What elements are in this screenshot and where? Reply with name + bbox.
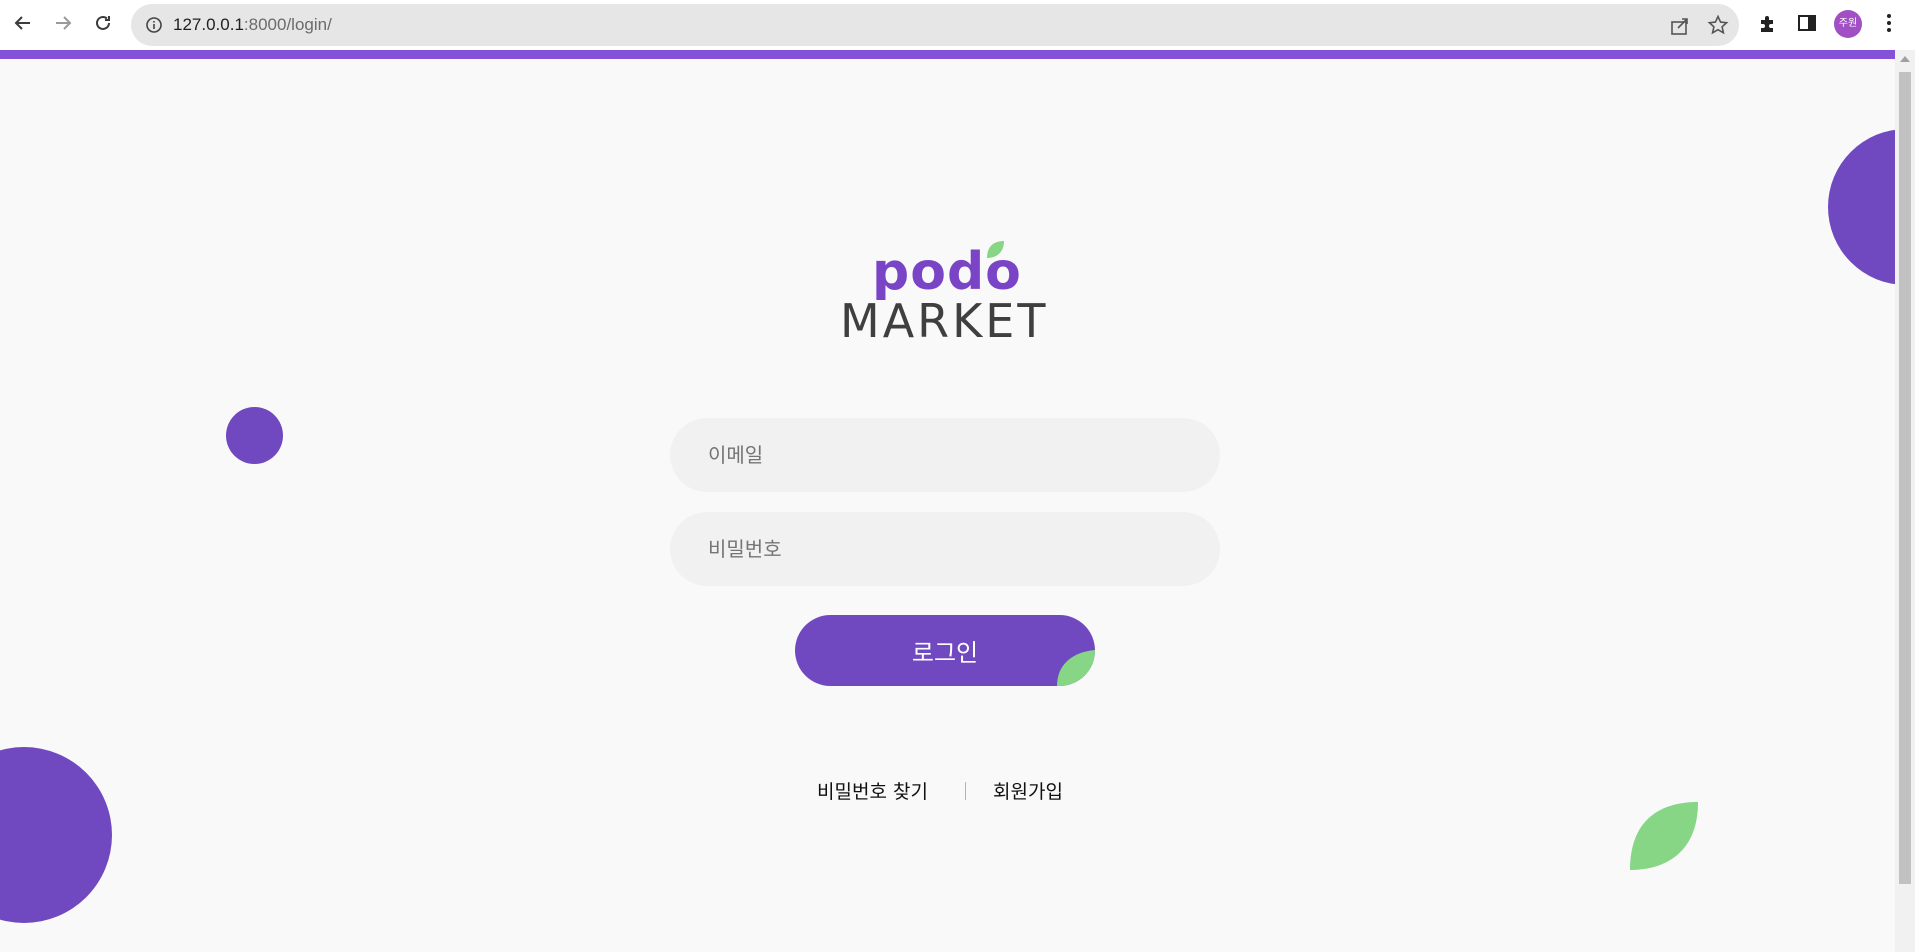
url-host: 127.0.0.1: [173, 15, 244, 34]
back-icon[interactable]: [8, 8, 38, 38]
password-field[interactable]: [670, 512, 1220, 586]
logo-leaf-icon: [987, 241, 1004, 258]
login-button-label: 로그인: [911, 639, 979, 667]
podo-market-logo[interactable]: podo MARKET: [836, 241, 1049, 352]
extensions-icon[interactable]: [1757, 12, 1779, 34]
leaf-icon: [1630, 802, 1698, 870]
top-accent-bar: [0, 50, 1895, 59]
login-button[interactable]: 로그인: [795, 615, 1095, 686]
decorative-circle-small: [226, 407, 283, 464]
browser-toolbar: 127.0.0.1:8000/login/ 주원: [0, 0, 1915, 50]
link-divider: [965, 782, 966, 800]
forward-icon[interactable]: [48, 8, 78, 38]
login-page: [0, 59, 1895, 952]
profile-avatar[interactable]: 주원: [1834, 10, 1862, 38]
url-text[interactable]: 127.0.0.1:8000/login/: [173, 4, 332, 46]
scroll-up-arrow-icon[interactable]: [1900, 56, 1910, 62]
scrollbar-thumb[interactable]: [1899, 72, 1911, 884]
email-field[interactable]: [670, 418, 1220, 492]
signup-link[interactable]: 회원가입: [993, 777, 1063, 804]
auth-links: 비밀번호 찾기 회원가입: [795, 775, 1095, 805]
address-bar[interactable]: 127.0.0.1:8000/login/: [131, 4, 1739, 46]
url-path: :8000/login/: [243, 15, 332, 34]
star-icon[interactable]: [1707, 14, 1729, 36]
scrollbar[interactable]: [1895, 50, 1915, 952]
reload-icon[interactable]: [88, 8, 118, 38]
button-leaf-icon: [1057, 650, 1095, 686]
info-icon[interactable]: [145, 16, 163, 34]
logo-bottom-text: MARKET: [840, 294, 1049, 348]
menu-icon[interactable]: [1878, 12, 1900, 34]
find-password-link[interactable]: 비밀번호 찾기: [817, 777, 928, 804]
side-panel-icon[interactable]: [1796, 12, 1818, 34]
share-icon[interactable]: [1669, 15, 1691, 37]
